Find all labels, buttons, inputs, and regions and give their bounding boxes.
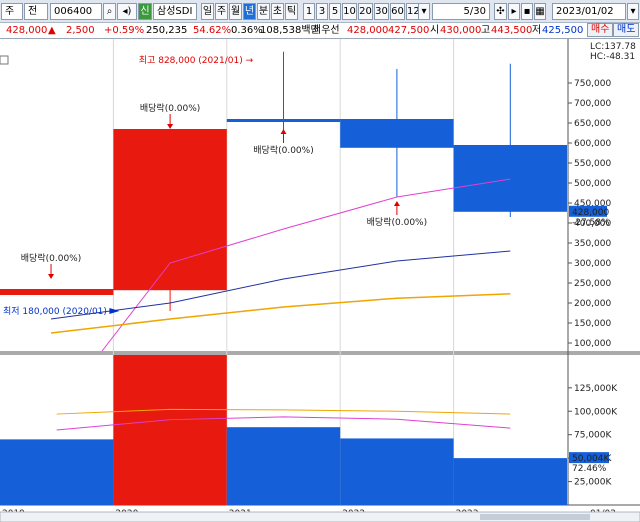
dividend-label: 배당락(0.00%) xyxy=(253,144,313,156)
y-tick-label: 100,000 xyxy=(574,339,611,349)
chart-corner-icon xyxy=(0,55,9,65)
best-ask: 428,000 xyxy=(347,25,389,36)
stock-chart[interactable]: 750,000 700,000 650,000 600,000 550,000 500,0… xyxy=(0,39,640,522)
low-price: 425,500 xyxy=(542,25,584,36)
grid-icon[interactable]: ▦ xyxy=(534,3,546,20)
y-tick-label: 600,000 xyxy=(574,139,611,149)
low-label: 저 xyxy=(532,25,542,36)
page-value: 5/30 xyxy=(463,6,486,17)
credit-badge-label: 신 xyxy=(140,6,150,17)
price-change-pct: +0.59% xyxy=(104,25,145,36)
tab-interval-30[interactable]: 30 xyxy=(374,3,389,20)
tab-period-0[interactable]: 일 xyxy=(201,3,214,20)
stock-name: 삼성SDI xyxy=(157,6,193,17)
y-tick-label: 150,000 xyxy=(574,319,611,329)
next-icon[interactable]: ▸ xyxy=(508,3,520,20)
search-icon[interactable]: ⌕ xyxy=(103,3,116,20)
turnover-ratio: 0.36% xyxy=(231,25,263,36)
toolbar: 주 전 006400 ⌕ ◂) 신 삼성SDI 일주월년분초틱 1 3 5 10 20 3… xyxy=(0,0,640,23)
tab-period-6[interactable]: 틱 xyxy=(285,3,298,20)
candle-body xyxy=(340,119,454,148)
tab-interval-3[interactable]: 3 xyxy=(316,3,328,20)
candle-body xyxy=(0,289,114,295)
tab-period-2[interactable]: 월 xyxy=(229,3,242,20)
current-volume-pct: 72.46% xyxy=(572,464,607,474)
volume-value: 250,235 xyxy=(146,25,188,36)
current-volume-label: 50,004K xyxy=(572,454,610,464)
current-price-pct: -27.58% xyxy=(572,218,610,228)
volume-y-tick-label: 25,000K xyxy=(574,478,612,488)
best-quote-label: 최우선 xyxy=(312,25,340,36)
y-tick-label: 750,000 xyxy=(574,79,611,89)
dividend-label: 배당락(0.00%) xyxy=(21,252,81,264)
volume-bar xyxy=(340,438,454,505)
tab-interval-10[interactable]: 10 xyxy=(342,3,357,20)
y-tick-label: 300,000 xyxy=(574,259,611,269)
volume-bar xyxy=(113,355,227,505)
calendar-icon[interactable]: ▾ xyxy=(627,3,639,20)
price-change: 2,500 xyxy=(66,25,95,36)
high-price: 443,500 xyxy=(491,25,533,36)
best-bid: 427,500 xyxy=(388,25,430,36)
volume-bar xyxy=(226,427,341,505)
volume-bar xyxy=(453,458,567,505)
date-input[interactable]: 2023/01/02 xyxy=(552,3,626,20)
y-tick-label: 550,000 xyxy=(574,159,611,169)
candle-body xyxy=(453,145,567,212)
stock-name-display: 삼성SDI xyxy=(153,3,197,20)
tab-interval-20[interactable]: 20 xyxy=(358,3,373,20)
y-tick-label: 200,000 xyxy=(574,299,611,309)
volume-y-tick-label: 125,000K xyxy=(574,384,618,394)
credit-badge: 신 xyxy=(138,3,152,20)
market-label: 전 xyxy=(28,6,38,17)
candle-body xyxy=(113,129,227,291)
tab-period-4[interactable]: 분 xyxy=(257,3,270,20)
trade-amount: 108,538백만 xyxy=(260,25,320,36)
open-label: 시 xyxy=(430,25,440,36)
tab-interval-60[interactable]: 60 xyxy=(390,3,405,20)
y-tick-label: 350,000 xyxy=(574,239,611,249)
stock-code-value: 006400 xyxy=(54,6,93,17)
y-tick-label: 700,000 xyxy=(574,99,611,109)
y-tick-label: 650,000 xyxy=(574,119,611,129)
up-arrow-icon: ▲ xyxy=(48,25,56,36)
dropdown-arrow-icon[interactable]: ▾ xyxy=(418,3,430,20)
tab-interval-5[interactable]: 5 xyxy=(329,3,341,20)
high-annotation: 최고 828,000 (2021/01) → xyxy=(139,55,254,66)
current-price: 428,000 xyxy=(6,25,48,36)
high-label: 고 xyxy=(481,25,491,36)
dividend-label: 배당락(0.00%) xyxy=(140,102,200,114)
quote-bar: 428,000 ▲ 2,500 +0.59% 250,235 54.62% 0.… xyxy=(0,23,640,39)
date-value: 2023/01/02 xyxy=(556,6,614,17)
volume-y-tick-label: 75,000K xyxy=(574,431,612,441)
tab-period-5[interactable]: 초 xyxy=(271,3,284,20)
volume-y-tick-label: 100,000K xyxy=(574,407,618,417)
y-tick-label: 500,000 xyxy=(574,179,611,189)
current-price-label: 428,000 xyxy=(572,208,609,218)
buy-button[interactable]: 매수 xyxy=(587,23,614,37)
hc-label: HC:-48.31 xyxy=(590,52,635,62)
stock-code-input[interactable]: 006400 xyxy=(50,3,102,20)
scrollbar-thumb[interactable] xyxy=(480,514,590,520)
y-tick-label: 250,000 xyxy=(574,279,611,289)
market-select[interactable]: 전 xyxy=(24,3,48,20)
dividend-label: 배당락(0.00%) xyxy=(367,216,427,228)
mode-select[interactable]: 주 xyxy=(1,3,23,20)
speaker-icon[interactable]: ◂) xyxy=(117,3,137,20)
save-icon[interactable]: ▪ xyxy=(521,3,533,20)
volume-ratio: 54.62% xyxy=(193,25,232,36)
volume-bar xyxy=(0,439,114,505)
tab-period-1[interactable]: 주 xyxy=(215,3,228,20)
page-indicator[interactable]: 5/30 xyxy=(432,3,490,20)
tab-interval-1[interactable]: 1 xyxy=(303,3,315,20)
open-price: 430,000 xyxy=(440,25,482,36)
candle-body xyxy=(226,119,341,122)
sell-button[interactable]: 매도 xyxy=(613,23,640,37)
low-annotation: 최저 180,000 (2020/01) xyxy=(3,306,107,317)
tab-period-3[interactable]: 년 xyxy=(243,3,256,20)
expand-icon[interactable]: ✣ xyxy=(494,3,507,20)
mode-label: 주 xyxy=(5,6,15,17)
lc-label: LC:137.78 xyxy=(590,42,636,52)
